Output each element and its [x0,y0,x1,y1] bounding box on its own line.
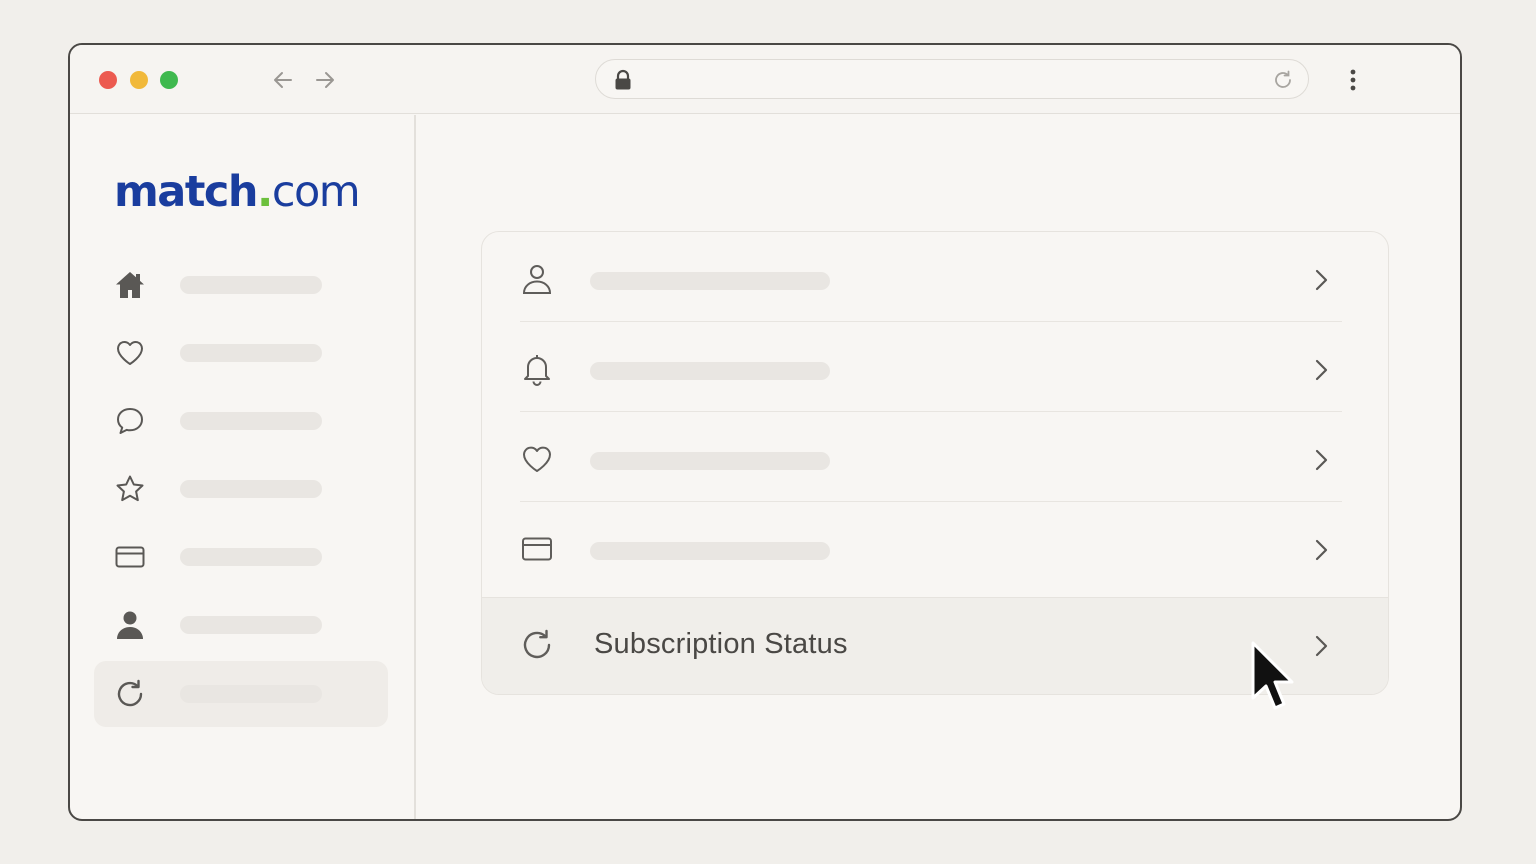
chevron-right-icon [1315,359,1328,381]
person-icon [117,611,143,639]
sidebar-item-placeholder [180,616,322,634]
arrow-right-icon [316,72,334,88]
chevron-right-icon [1315,539,1328,561]
row-placeholder [590,272,830,290]
sidebar-item-home[interactable] [94,252,388,318]
settings-row-profile[interactable] [482,232,1388,322]
row-placeholder [590,452,830,470]
sidebar-item-placeholder [180,344,322,362]
sidebar-item-placeholder [180,480,322,498]
back-button[interactable] [270,67,296,93]
bell-icon [524,355,550,386]
settings-card: Subscription Status [481,231,1389,695]
chevron-right-icon [1315,449,1328,471]
logo-text-match: match [114,167,258,217]
browser-toolbar [70,45,1460,114]
match-logo[interactable]: match.com [114,167,361,217]
settings-row-notifications[interactable] [482,322,1388,412]
logo-dot: . [256,167,273,217]
settings-row-likes[interactable] [482,412,1388,502]
lock-icon [615,69,631,90]
sidebar-item-subscription[interactable] [94,661,388,727]
sidebar-item-profile[interactable] [94,592,388,658]
row-placeholder [590,362,830,380]
heart-icon [523,446,551,472]
home-icon [116,272,144,298]
sidebar-item-placeholder [180,412,322,430]
sidebar-item-likes[interactable] [94,320,388,386]
kebab-menu-icon[interactable] [1343,67,1363,93]
sidebar-item-payments[interactable] [94,524,388,590]
maximize-window-button[interactable] [160,71,178,89]
reload-icon[interactable] [1272,69,1294,91]
star-icon [116,475,144,502]
forward-button[interactable] [312,67,338,93]
settings-row-payment[interactable] [482,502,1388,592]
chat-bubble-icon [117,408,143,434]
refresh-icon [523,629,551,659]
credit-card-icon [115,546,145,568]
logo-text-com: com [271,167,361,217]
chevron-right-icon [1315,635,1328,657]
refresh-icon [117,679,143,707]
chevron-right-icon [1315,269,1328,291]
address-bar[interactable] [595,59,1309,99]
person-icon [522,265,552,294]
mouse-cursor-icon [1251,641,1294,710]
subscription-status-label: Subscription Status [594,628,848,660]
row-placeholder [590,542,830,560]
sidebar-item-messages[interactable] [94,388,388,454]
sidebar-item-placeholder [180,685,322,703]
heart-icon [116,340,144,365]
close-window-button[interactable] [99,71,117,89]
arrow-left-icon [274,72,292,88]
sidebar-item-placeholder [180,548,322,566]
sidebar-item-favorites[interactable] [94,456,388,522]
sidebar: match.com [70,115,416,819]
credit-card-icon [522,537,552,561]
minimize-window-button[interactable] [130,71,148,89]
sidebar-item-placeholder [180,276,322,294]
